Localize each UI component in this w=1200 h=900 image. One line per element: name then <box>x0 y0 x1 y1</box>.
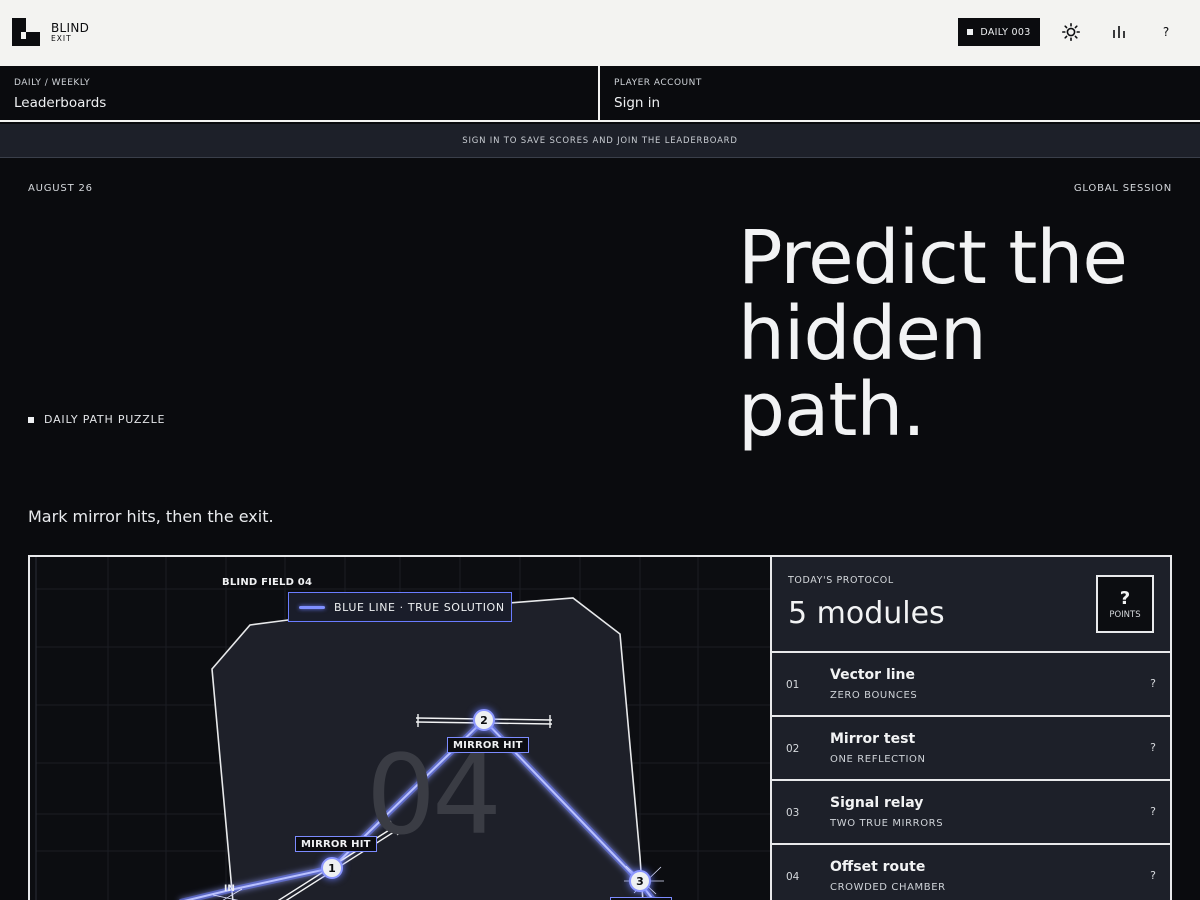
logo-icon[interactable] <box>12 18 40 46</box>
module-number: 03 <box>786 807 800 819</box>
brand-subname: EXIT <box>51 34 72 43</box>
sign-in-banner[interactable]: SIGN IN TO SAVE SCORES AND JOIN THE LEAD… <box>0 124 1200 158</box>
module-score: ? <box>1150 677 1156 690</box>
module-subtitle: ONE REFLECTION <box>830 754 926 765</box>
daily-badge-button[interactable]: DAILY 003 <box>958 18 1040 46</box>
module-number: 01 <box>786 679 800 691</box>
legend-label: BLUE LINE · TRUE SOLUTION <box>334 600 505 614</box>
blue-line-icon <box>299 605 325 609</box>
top-bar: BLIND EXIT DAILY 003 ? <box>0 0 1200 66</box>
module-subtitle: CROWDED CHAMBER <box>830 882 946 893</box>
module-row[interactable]: 04 Offset route CROWDED CHAMBER ? <box>770 845 1172 900</box>
module-title: Signal relay <box>830 795 924 811</box>
field-number: 04 <box>366 731 502 859</box>
puzzle-tag: DAILY PATH PUZZLE <box>28 413 165 426</box>
field-label: BLIND FIELD 04 <box>222 577 313 588</box>
help-icon[interactable]: ? <box>1154 20 1178 44</box>
session-date: AUGUST 26 <box>28 183 93 194</box>
node-3[interactable]: 3 <box>629 870 651 892</box>
game-board[interactable]: BLIND FIELD 04 BLUE LINE · TRUE SOLUTION… <box>28 555 772 900</box>
node-1[interactable]: 1 <box>321 857 343 879</box>
instruction-text: Mark mirror hits, then the exit. <box>28 507 274 526</box>
leaderboards-caption: DAILY / WEEKLY <box>14 78 91 88</box>
module-score: ? <box>1150 805 1156 818</box>
entry-label: IN <box>224 884 235 894</box>
points-label: POINTS <box>1109 610 1141 620</box>
brand-name: BLIND <box>51 21 90 35</box>
module-title: Mirror test <box>830 731 916 747</box>
module-number: 02 <box>786 743 800 755</box>
help-label: ? <box>1162 25 1170 39</box>
module-title: Vector line <box>830 667 916 683</box>
legend: BLUE LINE · TRUE SOLUTION <box>288 592 512 622</box>
session-mode: GLOBAL SESSION <box>1073 183 1172 194</box>
module-number: 04 <box>786 871 800 883</box>
module-row[interactable]: 01 Vector line ZERO BOUNCES ? <box>770 653 1172 717</box>
module-subtitle: TWO TRUE MIRRORS <box>830 818 944 829</box>
leaderboards-panel[interactable]: DAILY / WEEKLY Leaderboards <box>0 66 600 122</box>
page-title: Predict the hidden path. <box>738 215 1128 453</box>
account-panel[interactable]: PLAYER ACCOUNT Sign in <box>598 66 1200 122</box>
module-row[interactable]: 02 Mirror test ONE REFLECTION ? <box>770 717 1172 781</box>
mirror-hit-tag: MIRROR HIT <box>447 737 529 753</box>
sun-icon[interactable] <box>1059 20 1083 44</box>
module-title: Offset route <box>830 859 926 875</box>
protocol-card: TODAY'S PROTOCOL 5 modules ? POINTS <box>770 555 1172 653</box>
module-row[interactable]: 03 Signal relay TWO TRUE MIRRORS ? <box>770 781 1172 845</box>
square-icon <box>28 416 34 423</box>
protocol-caption: TODAY'S PROTOCOL <box>788 575 894 586</box>
mirror-hit-tag: MIRROR HIT <box>295 836 377 852</box>
points-box[interactable]: ? POINTS <box>1096 575 1154 633</box>
points-mark: ? <box>1119 588 1131 609</box>
module-score: ? <box>1150 869 1156 882</box>
stats-icon[interactable] <box>1107 20 1131 44</box>
account-caption: PLAYER ACCOUNT <box>614 78 702 88</box>
puzzle-tag-label: DAILY PATH PUZZLE <box>44 413 166 426</box>
leaderboards-link[interactable]: Leaderboards <box>14 95 106 111</box>
square-icon <box>967 29 974 35</box>
module-score: ? <box>1150 741 1156 754</box>
node-2[interactable]: 2 <box>473 709 495 731</box>
protocol-value: 5 modules <box>788 596 945 631</box>
module-subtitle: ZERO BOUNCES <box>830 690 918 701</box>
sign-in-link[interactable]: Sign in <box>614 95 660 111</box>
daily-badge-label: DAILY 003 <box>980 26 1031 38</box>
